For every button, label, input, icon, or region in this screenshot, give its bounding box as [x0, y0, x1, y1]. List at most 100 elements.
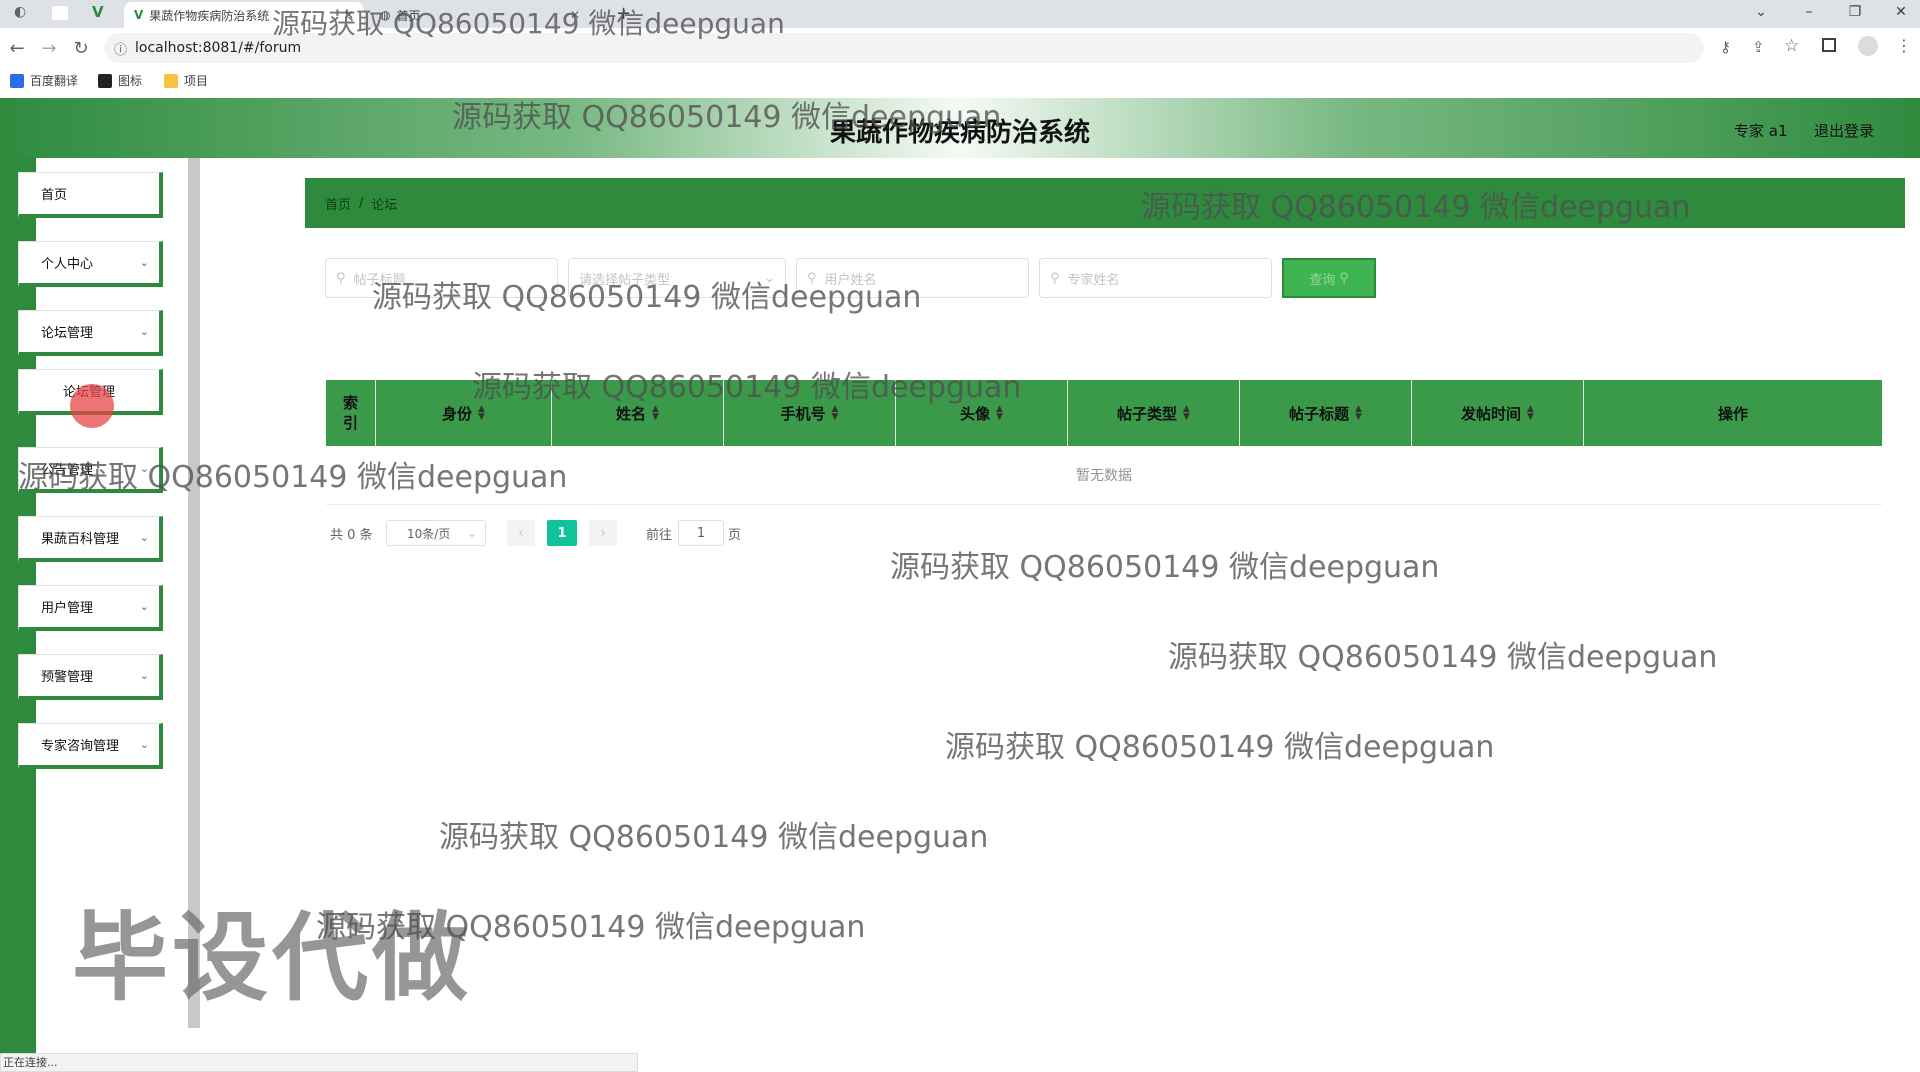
folder-icon — [164, 73, 178, 88]
sort-icon[interactable]: ▲ ▼ — [1527, 405, 1534, 422]
more-menu-icon[interactable]: ⋮ — [1896, 36, 1912, 55]
sidebar-item-label: 专家咨询管理 — [41, 739, 120, 754]
column-header-post-type[interactable]: 帖子类型 ▲ ▼ — [1068, 380, 1240, 446]
watermark: 源码获取 QQ86050149 微信deepguan — [439, 820, 989, 855]
watermark: 源码获取 QQ86050149 微信deepguan — [272, 7, 785, 40]
forward-icon[interactable]: → — [38, 38, 60, 59]
column-label: 身份 — [442, 404, 473, 423]
chevron-down-icon: ⌄ — [139, 738, 149, 751]
vue-tab-icon[interactable]: V — [92, 3, 104, 21]
watermark: 源码获取 QQ86050149 微信deepguan — [452, 100, 1002, 135]
search-icon: ⚲ — [1050, 270, 1060, 286]
sidebar-item-forum-management[interactable]: 论坛管理 ⌄ — [18, 310, 163, 356]
side-panel-icon[interactable] — [1822, 38, 1836, 52]
pagination-total: 共 0 条 — [330, 527, 373, 543]
goto-page-input[interactable]: 1 — [678, 520, 724, 546]
column-header-post-title[interactable]: 帖子标题 ▲ ▼ — [1240, 380, 1412, 446]
reload-icon[interactable]: ↻ — [70, 38, 92, 59]
query-button[interactable]: 查询 ⚲ — [1282, 258, 1376, 298]
chevron-down-icon: ⌄ — [139, 600, 149, 613]
watermark: 源码获取 QQ86050149 微信deepguan — [1141, 190, 1691, 225]
breadcrumb-separator: / — [359, 195, 364, 211]
sort-icon[interactable]: ▲ ▼ — [996, 405, 1003, 422]
sort-icon[interactable]: ▲ ▼ — [478, 405, 485, 422]
sidebar-item-personal-center[interactable]: 个人中心 ⌄ — [18, 241, 163, 287]
page-number-current[interactable]: 1 — [547, 520, 577, 546]
query-button-label: 查询 — [1309, 272, 1336, 288]
next-page-button[interactable]: › — [589, 520, 617, 546]
profile-avatar-icon[interactable] — [1858, 36, 1878, 56]
watermark: 源码获取 QQ86050149 微信deepguan — [890, 550, 1440, 585]
column-label: 发帖时间 — [1461, 404, 1522, 423]
chevron-down-icon: ⌄ — [139, 531, 149, 544]
logout-link[interactable]: 退出登录 — [1814, 120, 1874, 141]
chevron-down-icon: ⌄ — [139, 325, 149, 338]
breadcrumb-current: 论坛 — [371, 197, 398, 213]
vue-logo-icon: V — [134, 8, 144, 22]
chevron-down-icon: ⌄ — [139, 669, 149, 682]
sidebar-item-label: 果蔬百科管理 — [41, 532, 120, 547]
watermark: 源码获取 QQ86050149 微信deepguan — [372, 280, 922, 315]
tab-label: 果蔬作物疾病防治系统 — [149, 8, 270, 23]
chevron-down-icon: ⌄ — [139, 256, 149, 269]
column-label: 帖子标题 — [1289, 404, 1350, 423]
watermark-large: 毕设代做 — [72, 902, 472, 1014]
sort-icon[interactable]: ▲ ▼ — [1355, 405, 1362, 422]
watermark: 源码获取 QQ86050149 微信deepguan — [18, 460, 568, 495]
sidebar-item-warning-management[interactable]: 预警管理 ⌄ — [18, 654, 163, 700]
tab-search-icon[interactable]: ⌄ — [1746, 4, 1776, 20]
column-label: 帖子类型 — [1117, 404, 1178, 423]
bookmark-star-icon[interactable]: ☆ — [1784, 36, 1799, 56]
bookmark-label: 图标 — [118, 74, 143, 88]
goto-label: 前往 — [646, 527, 673, 543]
sidebar-item-label: 论坛管理 — [41, 326, 94, 341]
back-icon[interactable]: ← — [6, 38, 28, 59]
sidebar-item-label: 个人中心 — [41, 257, 94, 272]
bookmark-label: 百度翻译 — [30, 74, 79, 88]
bookmark-project[interactable]: 项目 — [164, 72, 208, 89]
key-icon[interactable]: ⚷ — [1720, 38, 1731, 56]
sidebar-item-user-management[interactable]: 用户管理 ⌄ — [18, 585, 163, 631]
sidebar-item-home[interactable]: 首页 — [18, 172, 163, 218]
share-icon[interactable]: ⇪ — [1752, 38, 1765, 56]
bookmark-label: 项目 — [184, 74, 209, 88]
sidebar-item-expert-consult-management[interactable]: 专家咨询管理 ⌄ — [18, 723, 163, 769]
prev-page-button[interactable]: ‹ — [507, 520, 535, 546]
sort-icon[interactable]: ▲ ▼ — [1183, 405, 1190, 422]
watermark: 源码获取 QQ86050149 微信deepguan — [945, 730, 1495, 765]
watermark: 源码获取 QQ86050149 微信deepguan — [1168, 640, 1718, 675]
bookmark-icons[interactable]: 图标 — [98, 72, 142, 89]
placeholder-text: 专家姓名 — [1067, 272, 1120, 288]
column-header-actions: 操作 — [1584, 380, 1882, 446]
page-size-select[interactable]: 10条/页 ⌄ — [386, 520, 486, 546]
search-icon: ⚲ — [1339, 270, 1349, 286]
search-icon: ⚲ — [336, 270, 346, 286]
chevron-down-icon: ⌄ — [466, 526, 477, 540]
pinned-tab-icon[interactable] — [52, 6, 68, 20]
sort-icon[interactable]: ▲ ▼ — [832, 405, 839, 422]
browser-menu-icon[interactable]: ◐ — [14, 4, 26, 20]
expert-name-input[interactable]: ⚲ 专家姓名 — [1039, 258, 1272, 298]
column-label: 索引 — [342, 394, 358, 432]
icon-font-icon — [98, 73, 112, 88]
click-indicator — [70, 384, 114, 428]
sort-icon[interactable]: ▲ ▼ — [652, 405, 659, 422]
sidebar-item-encyclopedia-management[interactable]: 果蔬百科管理 ⌄ — [18, 516, 163, 562]
watermark: 源码获取 QQ86050149 微信deepguan — [316, 910, 866, 945]
browser-status-bar: 正在连接... — [0, 1053, 638, 1072]
breadcrumb-home[interactable]: 首页 — [325, 194, 351, 213]
url-text: localhost:8081/#/forum — [135, 40, 302, 56]
sidebar-item-label: 用户管理 — [41, 601, 94, 616]
bookmark-baidu-translate[interactable]: 百度翻译 — [10, 72, 78, 89]
watermark: 源码获取 QQ86050149 微信deepguan — [472, 370, 1022, 405]
page-unit-label: 页 — [728, 527, 742, 543]
current-user: 专家 a1 — [1734, 122, 1788, 140]
sidebar-item-label: 预警管理 — [41, 670, 94, 685]
restore-icon[interactable]: ❐ — [1840, 4, 1870, 20]
column-header-index: 索引 — [326, 380, 376, 446]
close-window-icon[interactable]: ✕ — [1886, 4, 1916, 20]
info-icon: ⓘ — [114, 42, 128, 58]
page-size-label: 10条/页 — [407, 526, 451, 541]
minimize-icon[interactable]: – — [1794, 4, 1824, 20]
column-header-post-time[interactable]: 发帖时间 ▲ ▼ — [1412, 380, 1584, 446]
